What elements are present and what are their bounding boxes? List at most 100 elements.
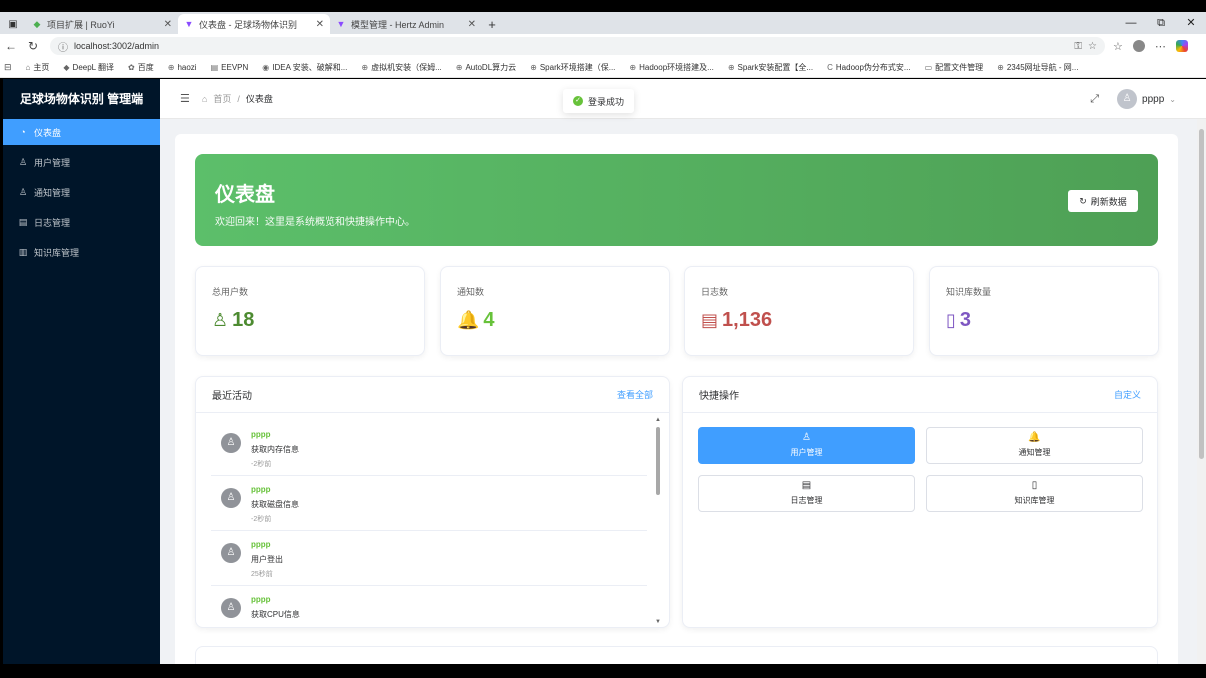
close-tab-icon[interactable]: ✕ <box>164 19 172 30</box>
tab-actions-icon[interactable]: ▣ <box>0 14 26 34</box>
sidebar-item-label: 知识库管理 <box>34 247 80 258</box>
breadcrumb: ⌂ 首页 / 仪表盘 <box>202 92 273 105</box>
quick-action-label: 用户管理 <box>790 448 823 457</box>
activity-list[interactable]: ♙ pppp 获取内存信息 -2秒前 ♙ pppp 获取磁盘信息 -2秒前 ♙ pppp 用户登出 2… <box>211 421 647 621</box>
book-icon: ▯ <box>946 310 956 330</box>
star-icon[interactable]: ☆ <box>1088 41 1097 52</box>
sidebar-item[interactable]: ◔ 仪表盘 <box>3 119 160 145</box>
login-success-toast: ✓ 登录成功 <box>563 89 635 113</box>
bookmark-item[interactable]: ⊕ Spark环境搭建（保... <box>530 62 615 73</box>
breadcrumb-current: 仪表盘 <box>245 94 273 104</box>
bookmark-item[interactable]: ▤ EEVPN <box>211 63 249 72</box>
sidebar-item[interactable]: ♙ 通知管理 <box>3 179 160 205</box>
globe-icon: ⊕ <box>167 63 175 72</box>
page-scrollbar[interactable] <box>1197 119 1206 664</box>
bookmark-item[interactable]: ✿ 百度 <box>128 62 154 73</box>
reload-icon[interactable]: ↻ <box>22 39 44 53</box>
activity-scrollbar[interactable]: ▲ ▼ <box>655 417 661 625</box>
sidebar-item[interactable]: ▥ 知识库管理 <box>3 239 160 265</box>
new-tab-button[interactable]: + <box>482 14 502 34</box>
breadcrumb-home[interactable]: 首页 <box>213 92 231 105</box>
bookmark-item[interactable]: ⊕ AutoDL算力云 <box>456 62 516 73</box>
bookmark-item[interactable]: ⊕ Spark安装配置【全... <box>728 62 813 73</box>
top-header: ☰ ⌂ 首页 / 仪表盘 ⤢ ♙ pppp ⌄ <box>160 79 1206 119</box>
bookmark-item[interactable]: ⊕ Hadoop环境搭建及... <box>629 62 713 73</box>
favorites-icon[interactable]: ☆ <box>1113 40 1123 53</box>
bookmark-item[interactable]: ⌂ 主页 <box>26 62 50 73</box>
stat-number: 1,136 <box>722 309 773 331</box>
bookmark-toggle-icon[interactable]: ⊟ <box>4 62 12 73</box>
browser-tab[interactable]: ▼ 仪表盘 - 足球场物体识别 ✕ <box>178 14 330 34</box>
bookmark-item[interactable]: ◆ DeepL 翻译 <box>63 62 114 73</box>
quick-action-button[interactable]: ▤ 日志管理 <box>698 475 915 512</box>
refresh-data-button[interactable]: ↻ 刷新数据 <box>1068 190 1138 212</box>
bookmark-label: 2345网址导航 - 网... <box>1006 63 1079 72</box>
globe-icon: ⊕ <box>629 63 637 72</box>
activity-time: -2秒前 <box>251 461 272 468</box>
minimize-icon[interactable]: — <box>1116 12 1146 34</box>
restore-icon[interactable]: ⧉ <box>1146 12 1176 34</box>
quick-action-button[interactable]: ♙ 用户管理 <box>698 427 915 464</box>
scroll-up-icon[interactable]: ▲ <box>655 417 661 423</box>
quick-action-label: 通知管理 <box>1018 448 1051 457</box>
browser-tab[interactable]: ▼ 模型管理 - Hertz Admin ✕ <box>330 14 482 34</box>
customize-link[interactable]: 自定义 <box>1114 388 1141 401</box>
back-icon[interactable]: ← <box>0 39 22 53</box>
view-all-link[interactable]: 查看全部 <box>617 388 653 401</box>
bell-icon: 🔔 <box>1028 432 1041 443</box>
user-icon: ♙ <box>802 432 811 443</box>
bookmark-label: 虚拟机安装（保姆... <box>371 63 442 72</box>
stat-card: 总用户数 ♙ 18 <box>195 266 425 356</box>
bookmark-item[interactable]: ⊕ haozi <box>168 63 197 72</box>
stat-value: ♙ 18 <box>212 309 254 332</box>
csdn-icon: C <box>827 63 833 72</box>
browser-tab[interactable]: ◆ 项目扩展 | RuoYi ✕ <box>26 14 178 34</box>
activity-item: ♙ pppp 获取内存信息 -2秒前 <box>211 421 647 476</box>
close-tab-icon[interactable]: ✕ <box>316 19 324 30</box>
log-icon: ▤ <box>18 216 28 227</box>
bookmark-item[interactable]: ▭ 配置文件管理 <box>925 62 984 73</box>
stat-card: 日志数 ▤ 1,136 <box>684 266 914 356</box>
refresh-label: 刷新数据 <box>1090 196 1127 207</box>
stat-number: 4 <box>483 309 495 331</box>
stat-value: ▤ 1,136 <box>701 309 772 332</box>
bookmarks-bar: ⊟ ⌂ 主页 ◆ DeepL 翻译 ✿ 百度 ⊕ haozi ▤ EEVPN ◉ IDEA 安装、破解… <box>0 58 1206 78</box>
page-title: 仪表盘 <box>215 184 275 206</box>
book-icon: ▥ <box>18 246 28 257</box>
screen-border-top <box>0 0 1206 12</box>
sidebar: 足球场物体识别 管理端 ◔ 仪表盘 ♙ 用户管理 ♙ 通知管理 ▤ 日志管理 ▥ 知识库管理 <box>3 79 160 664</box>
sidebar-item[interactable]: ▤ 日志管理 <box>3 209 160 235</box>
site-info-icon[interactable]: ⓘ <box>58 39 68 54</box>
close-window-icon[interactable]: ✕ <box>1176 12 1206 34</box>
quick-action-button[interactable]: 🔔 通知管理 <box>926 427 1143 464</box>
recent-activity-title: 最近活动 <box>212 391 252 402</box>
bookmark-label: 主页 <box>33 63 50 72</box>
bookmark-item[interactable]: ⊕ 2345网址导航 - 网... <box>997 62 1078 73</box>
browser-tab-strip: ▣ ◆ 项目扩展 | RuoYi ✕ ▼ 仪表盘 - 足球场物体识别 ✕ ▼ 模型管理 - H… <box>0 12 1206 34</box>
dashboard-content: 仪表盘 欢迎回来！这里是系统概览和快捷操作中心。 ↻ 刷新数据 总用户数 ♙ 18 通… <box>175 134 1178 664</box>
bookmark-item[interactable]: ◉ IDEA 安装、破解和... <box>262 62 347 73</box>
bookmark-item[interactable]: ⊕ 虚拟机安装（保姆... <box>361 62 441 73</box>
quick-action-button[interactable]: ▯ 知识库管理 <box>926 475 1143 512</box>
activity-action: 用户登出 <box>251 555 283 564</box>
copilot-icon[interactable] <box>1175 40 1188 52</box>
next-section-card <box>195 646 1158 664</box>
sidebar-item[interactable]: ♙ 用户管理 <box>3 149 160 175</box>
stat-card: 知识库数量 ▯ 3 <box>929 266 1159 356</box>
profile-icon[interactable] <box>1132 40 1145 52</box>
address-bar[interactable]: ⓘ localhost:3002/admin ⚿ ☆ <box>50 37 1105 55</box>
stat-number: 3 <box>959 309 972 331</box>
page-scrollbar-thumb[interactable] <box>1199 129 1204 459</box>
scroll-down-icon[interactable]: ▼ <box>655 619 661 625</box>
close-tab-icon[interactable]: ✕ <box>468 19 476 30</box>
menu-toggle-icon[interactable]: ☰ <box>180 92 190 105</box>
user-menu[interactable]: ♙ pppp ⌄ <box>1117 89 1176 109</box>
book-icon: ▯ <box>1031 480 1038 491</box>
more-icon[interactable]: ⋯ <box>1155 40 1166 53</box>
log-icon: ▤ <box>801 480 812 491</box>
quick-actions-panel: 快捷操作 自定义 ♙ 用户管理 🔔 通知管理 ▤ 日志管理 ▯ 知识库管理 <box>682 376 1158 628</box>
bookmark-item[interactable]: C Hadoop伪分布式安... <box>827 62 910 73</box>
home-icon: ⌂ <box>25 63 31 72</box>
key-icon[interactable]: ⚿ <box>1074 41 1082 52</box>
fullscreen-icon[interactable]: ⤢ <box>1090 93 1099 106</box>
